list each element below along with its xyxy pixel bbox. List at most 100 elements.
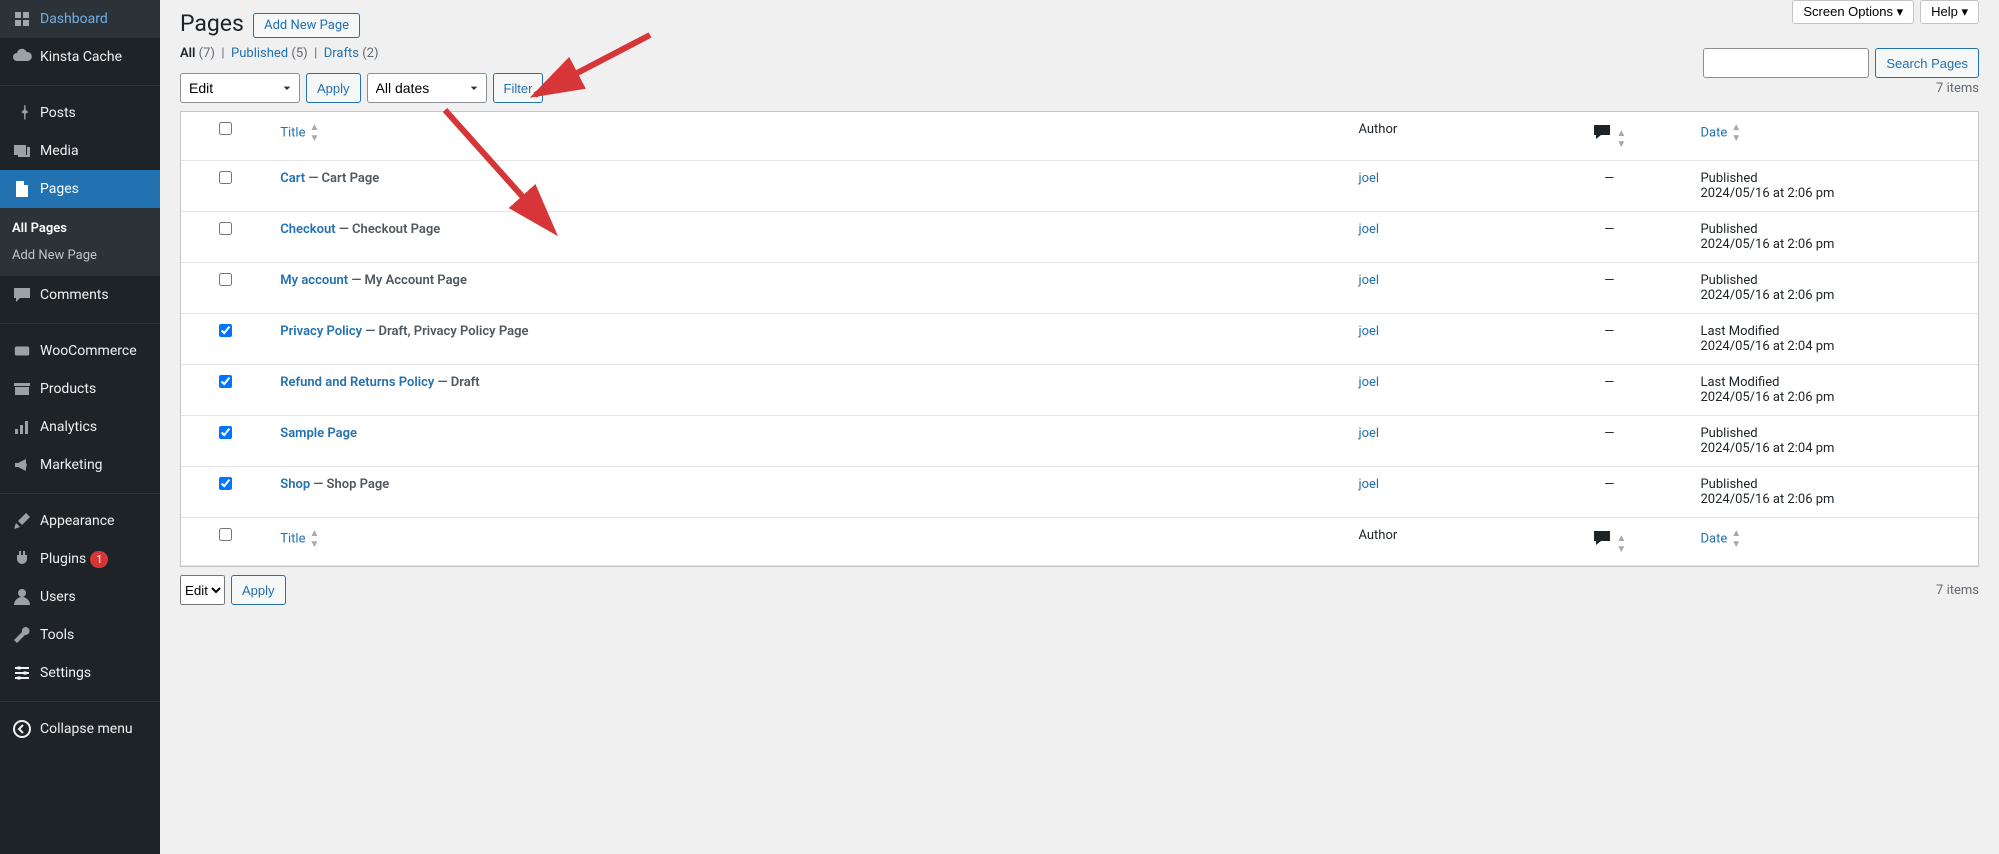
row-checkbox[interactable] — [219, 222, 232, 235]
page-title-link[interactable]: Cart — [280, 171, 305, 186]
row-checkbox[interactable] — [219, 477, 232, 490]
comment-count: — — [1528, 263, 1690, 314]
select-all-checkbox-bottom[interactable] — [219, 528, 232, 541]
row-checkbox[interactable] — [219, 273, 232, 286]
author-link[interactable]: joel — [1358, 273, 1379, 288]
page-title-link[interactable]: Checkout — [280, 222, 335, 237]
comment-icon[interactable] — [1592, 528, 1612, 552]
filter-drafts[interactable]: Drafts (2) — [324, 46, 379, 61]
menu-settings[interactable]: Settings — [0, 654, 160, 692]
date-value: 2024/05/16 at 2:06 pm — [1700, 390, 1968, 405]
menu-collapse[interactable]: Collapse menu — [0, 710, 160, 748]
filter-all[interactable]: All (7) — [180, 46, 215, 61]
apply-button[interactable]: Apply — [306, 73, 361, 103]
collapse-icon — [12, 719, 32, 739]
table-row: Privacy Policy — Draft, Privacy Policy P… — [181, 314, 1978, 365]
menu-label: WooCommerce — [40, 343, 137, 359]
menu-label: Analytics — [40, 419, 97, 435]
bulk-action-select[interactable]: Edit — [180, 73, 300, 103]
menu-label: Marketing — [40, 457, 103, 473]
sort-title[interactable]: Title — [280, 125, 305, 140]
bulk-action-select-bottom[interactable]: Edit — [180, 575, 225, 605]
admin-sidebar: Dashboard Kinsta Cache Posts Media Pages… — [0, 0, 160, 854]
add-new-page-button[interactable]: Add New Page — [253, 13, 360, 38]
page-suffix: — Draft, Privacy Policy Page — [362, 324, 528, 339]
sort-date[interactable]: Date — [1700, 125, 1727, 140]
wrench-icon — [12, 625, 32, 645]
author-link[interactable]: joel — [1358, 324, 1379, 339]
megaphone-icon — [12, 455, 32, 475]
page-title-link[interactable]: Shop — [280, 477, 310, 492]
brush-icon — [12, 511, 32, 531]
menu-media[interactable]: Media — [0, 132, 160, 170]
menu-appearance[interactable]: Appearance — [0, 502, 160, 540]
apply-button-bottom[interactable]: Apply — [231, 575, 286, 605]
row-checkbox[interactable] — [219, 171, 232, 184]
screen-options-button[interactable]: Screen Options ▾ — [1792, 0, 1914, 24]
menu-kinsta-cache[interactable]: Kinsta Cache — [0, 38, 160, 76]
date-status: Published — [1700, 222, 1968, 237]
woo-icon — [12, 341, 32, 361]
date-status: Published — [1700, 171, 1968, 186]
date-status: Last Modified — [1700, 375, 1968, 390]
sort-icon: ▲▼ — [1731, 122, 1741, 144]
table-row: Checkout — Checkout Page joel — Publishe… — [181, 212, 1978, 263]
items-count: 7 items — [1936, 81, 1979, 96]
sort-icon: ▲▼ — [1731, 528, 1741, 550]
select-all-checkbox[interactable] — [219, 122, 232, 135]
page-suffix: — My Account Page — [348, 273, 467, 288]
page-title-link[interactable]: Sample Page — [280, 426, 357, 441]
author-link[interactable]: joel — [1358, 477, 1379, 492]
author-link[interactable]: joel — [1358, 222, 1379, 237]
search-pages-button[interactable]: Search Pages — [1875, 48, 1979, 78]
row-checkbox[interactable] — [219, 375, 232, 388]
search-input[interactable] — [1703, 48, 1869, 78]
sort-title-bottom[interactable]: Title — [280, 531, 305, 546]
date-value: 2024/05/16 at 2:06 pm — [1700, 288, 1968, 303]
author-link[interactable]: joel — [1358, 426, 1379, 441]
menu-marketing[interactable]: Marketing — [0, 446, 160, 484]
menu-products[interactable]: Products — [0, 370, 160, 408]
menu-label: Dashboard — [40, 11, 108, 27]
comment-icon[interactable] — [1592, 122, 1612, 146]
comment-count: — — [1528, 467, 1690, 518]
date-status: Published — [1700, 426, 1968, 441]
date-filter-select[interactable]: All dates — [367, 73, 487, 103]
menu-posts[interactable]: Posts — [0, 94, 160, 132]
menu-plugins[interactable]: Plugins1 — [0, 540, 160, 578]
comment-count: — — [1528, 161, 1690, 212]
sort-date-bottom[interactable]: Date — [1700, 531, 1727, 546]
page-title-link[interactable]: Privacy Policy — [280, 324, 362, 339]
page-title-link[interactable]: My account — [280, 273, 348, 288]
filter-button[interactable]: Filter — [493, 73, 544, 103]
menu-label: Tools — [40, 627, 74, 643]
menu-analytics[interactable]: Analytics — [0, 408, 160, 446]
menu-label: Settings — [40, 665, 91, 681]
menu-comments[interactable]: Comments — [0, 276, 160, 314]
date-value: 2024/05/16 at 2:06 pm — [1700, 186, 1968, 201]
comment-count: — — [1528, 314, 1690, 365]
sort-icon: ▲▼ — [1616, 533, 1626, 555]
row-checkbox[interactable] — [219, 324, 232, 337]
page-title-link[interactable]: Refund and Returns Policy — [280, 375, 434, 390]
pages-table: Title▲▼ Author ▲▼ Date▲▼ Cart — Cart Pag… — [180, 111, 1979, 567]
table-row: My account — My Account Page joel — Publ… — [181, 263, 1978, 314]
author-link[interactable]: joel — [1358, 375, 1379, 390]
menu-dashboard[interactable]: Dashboard — [0, 0, 160, 38]
plugins-update-badge: 1 — [90, 551, 108, 568]
author-link[interactable]: joel — [1358, 171, 1379, 186]
filter-published[interactable]: Published (5) — [231, 46, 308, 61]
help-button[interactable]: Help ▾ — [1920, 0, 1979, 24]
table-row: Shop — Shop Page joel — Published2024/05… — [181, 467, 1978, 518]
page-title: Pages — [180, 10, 244, 37]
submenu-all-pages[interactable]: All Pages — [0, 215, 160, 242]
menu-users[interactable]: Users — [0, 578, 160, 616]
menu-tools[interactable]: Tools — [0, 616, 160, 654]
row-checkbox[interactable] — [219, 426, 232, 439]
sort-icon: ▲▼ — [310, 122, 320, 144]
date-value: 2024/05/16 at 2:06 pm — [1700, 237, 1968, 252]
sort-icon: ▲▼ — [310, 528, 320, 550]
submenu-add-new[interactable]: Add New Page — [0, 242, 160, 269]
menu-pages[interactable]: Pages — [0, 170, 160, 208]
menu-woocommerce[interactable]: WooCommerce — [0, 332, 160, 370]
